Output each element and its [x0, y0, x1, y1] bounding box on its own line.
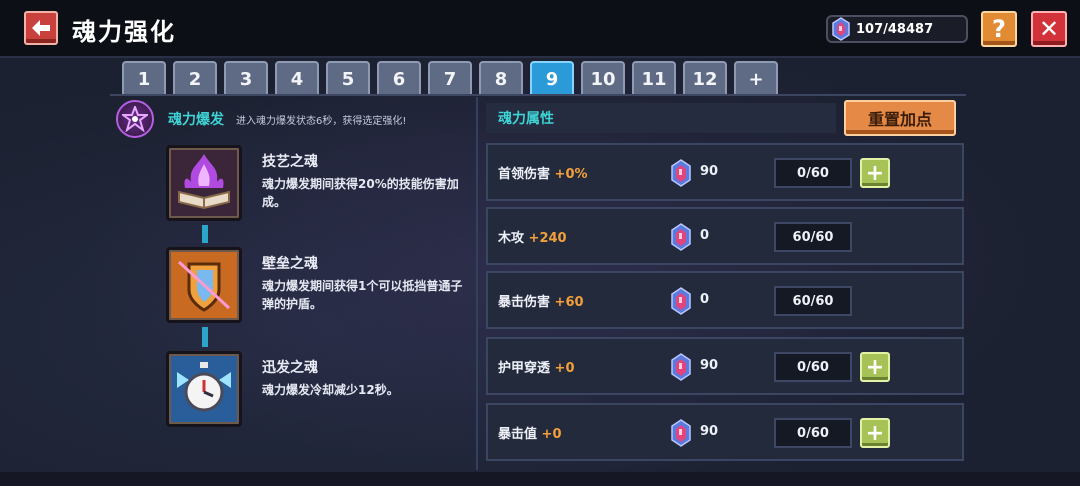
add-tab-button[interactable]: +: [734, 61, 778, 95]
attribute-points: 0/60: [774, 418, 852, 448]
attribute-cost: 90: [700, 164, 719, 179]
attribute-bonus: +240: [528, 231, 567, 246]
attribute-bonus: +60: [554, 295, 584, 310]
attribute-cost: 90: [700, 358, 719, 373]
tab-4[interactable]: 4: [275, 61, 319, 95]
attribute-label: 木攻 +240: [498, 227, 567, 246]
attribute-points: 60/60: [774, 286, 852, 316]
soul-gem-icon: [671, 419, 691, 447]
attribute-label: 暴击值 +0: [498, 423, 562, 442]
tabs-divider: [110, 94, 966, 96]
plus-icon: +: [865, 160, 885, 186]
attribute-cost: 0: [700, 292, 710, 307]
tab-12[interactable]: 12: [683, 61, 727, 95]
attribute-row: 首领伤害 +0% 90 0/60 +: [486, 143, 964, 201]
back-button[interactable]: [24, 11, 58, 45]
attributes-title: 魂力属性: [486, 103, 836, 133]
soul-gem-icon: [671, 159, 691, 187]
soul-burst-panel: 魂力爆发 进入魂力爆发状态6秒，获得选定强化! 技艺之魂 魂力爆发期间获得20%…: [112, 97, 476, 470]
stopwatch-icon: [166, 351, 242, 427]
skill-connector: [202, 225, 208, 243]
soul-attributes-panel: 魂力属性 重置加点 首领伤害 +0% 90 0/60 + 木攻 +240 0 60/60 暴击…: [476, 97, 966, 470]
page-title: 魂力强化: [72, 18, 176, 46]
attribute-label: 护甲穿透 +0: [498, 357, 575, 376]
shield-icon: [166, 247, 242, 323]
tab-2[interactable]: 2: [173, 61, 217, 95]
skill-description: 魂力爆发冷却减少12秒。: [262, 383, 399, 397]
purple-flame-book-icon: [166, 145, 242, 221]
preset-tabs: 1 2 3 4 5 6 7 8 9 10 11 12 +: [122, 61, 778, 95]
add-point-button[interactable]: +: [860, 418, 890, 448]
tab-5[interactable]: 5: [326, 61, 370, 95]
attribute-points: 60/60: [774, 222, 852, 252]
attribute-bonus: +0: [541, 427, 562, 442]
tab-10[interactable]: 10: [581, 61, 625, 95]
add-point-button[interactable]: +: [860, 158, 890, 188]
skill-description: 魂力爆发期间获得20%的技能伤害加成。: [262, 177, 459, 209]
attribute-label: 暴击伤害 +60: [498, 291, 584, 310]
currency-value: 107/48487: [856, 21, 934, 37]
soul-gem-icon: [671, 223, 691, 251]
soul-burst-icon: [116, 100, 154, 138]
skill-name: 壁垒之魂: [262, 256, 318, 272]
burst-description: 进入魂力爆发状态6秒，获得选定强化!: [236, 115, 407, 127]
attribute-points: 0/60: [774, 158, 852, 188]
attribute-bonus: +0%: [554, 167, 588, 182]
tab-8[interactable]: 8: [479, 61, 523, 95]
soul-gem-icon: [832, 17, 850, 41]
skill-item-1[interactable]: 技艺之魂 魂力爆发期间获得20%的技能伤害加成。: [166, 145, 476, 225]
attribute-row: 暴击值 +0 90 0/60 +: [486, 403, 964, 461]
soul-currency-display: 107/48487: [826, 15, 968, 43]
attribute-name: 木攻: [498, 231, 525, 246]
attribute-label: 首领伤害 +0%: [498, 163, 588, 182]
attribute-row: 木攻 +240 0 60/60: [486, 207, 964, 265]
skill-item-3[interactable]: 迅发之魂 魂力爆发冷却减少12秒。: [166, 351, 476, 431]
attribute-name: 护甲穿透: [498, 361, 551, 376]
attribute-bonus: +0: [554, 361, 575, 376]
attribute-row: 护甲穿透 +0 90 0/60 +: [486, 337, 964, 395]
skill-item-2[interactable]: 壁垒之魂 魂力爆发期间获得1个可以抵挡普通子弹的护盾。: [166, 247, 476, 327]
attribute-points: 0/60: [774, 352, 852, 382]
add-point-button[interactable]: +: [860, 352, 890, 382]
skill-connector: [202, 327, 208, 347]
burst-name: 魂力爆发: [168, 112, 224, 128]
soul-gem-icon: [671, 287, 691, 315]
attribute-cost: 90: [700, 424, 719, 439]
arrow-left-icon: [32, 20, 50, 36]
tab-1[interactable]: 1: [122, 61, 166, 95]
plus-icon: +: [865, 420, 885, 446]
plus-icon: +: [865, 354, 885, 380]
skill-name: 技艺之魂: [262, 154, 318, 170]
soul-gem-icon: [671, 353, 691, 381]
burst-header: 魂力爆发 进入魂力爆发状态6秒，获得选定强化!: [116, 100, 476, 138]
attribute-name: 暴击伤害: [498, 295, 551, 310]
reset-points-button[interactable]: 重置加点: [844, 100, 956, 136]
bottom-bar: [0, 472, 1080, 486]
attribute-name: 暴击值: [498, 427, 538, 442]
tab-3[interactable]: 3: [224, 61, 268, 95]
attribute-name: 首领伤害: [498, 167, 551, 182]
tab-6[interactable]: 6: [377, 61, 421, 95]
tab-7[interactable]: 7: [428, 61, 472, 95]
close-button[interactable]: ✕: [1031, 11, 1067, 47]
top-bar: 魂力强化 107/48487 ? ✕: [0, 0, 1080, 58]
tab-11[interactable]: 11: [632, 61, 676, 95]
tab-9[interactable]: 9: [530, 61, 574, 95]
attribute-cost: 0: [700, 228, 710, 243]
skill-description: 魂力爆发期间获得1个可以抵挡普通子弹的护盾。: [262, 279, 463, 311]
help-button[interactable]: ?: [981, 11, 1017, 47]
skill-name: 迅发之魂: [262, 360, 318, 376]
attribute-row: 暴击伤害 +60 0 60/60: [486, 271, 964, 329]
